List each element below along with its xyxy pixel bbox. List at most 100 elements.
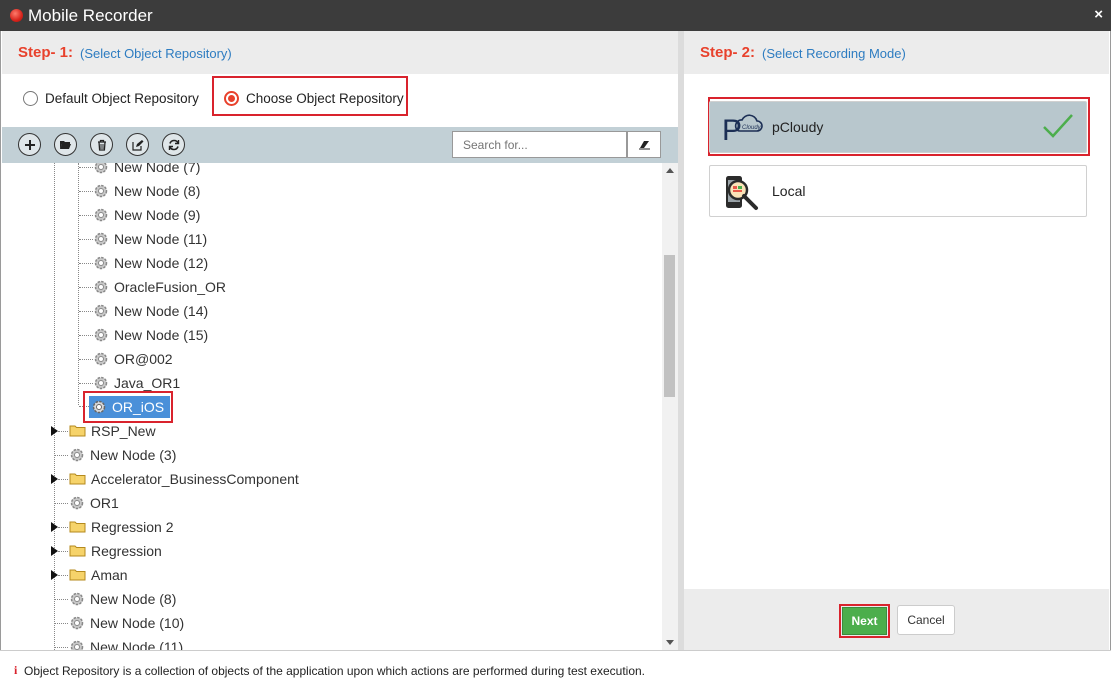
- repository-radio-group: Default Object Repository Choose Object …: [2, 74, 678, 127]
- tree-node[interactable]: New Node (8): [93, 181, 200, 201]
- action-bar: Next Cancel: [684, 589, 1109, 650]
- folder-icon: [69, 425, 86, 437]
- scroll-thumb[interactable]: [664, 255, 675, 397]
- pcloudy-label: pCloudy: [772, 119, 824, 135]
- info-bar: i Object Repository is a collection of o…: [0, 650, 1111, 686]
- gear-icon: [94, 256, 108, 270]
- pcloudy-mode-option[interactable]: P Cloudy pCloudy: [709, 101, 1087, 153]
- tree-node[interactable]: OR@002: [93, 349, 173, 369]
- folder-icon: [69, 569, 86, 581]
- gear-icon: [94, 352, 108, 366]
- tree-node[interactable]: Java_OR1: [93, 373, 180, 393]
- step1-panel: Step- 1: (Select Object Repository) Defa…: [2, 31, 678, 650]
- tree-node[interactable]: New Node (11): [69, 637, 183, 650]
- tree-folder[interactable]: Regression: [69, 541, 162, 561]
- expand-toggle-icon[interactable]: [51, 570, 58, 580]
- close-icon[interactable]: ×: [1094, 6, 1103, 23]
- radio-unchecked-icon[interactable]: [23, 91, 38, 106]
- app-logo-icon: [10, 9, 23, 22]
- tree-node[interactable]: OR1: [69, 493, 119, 513]
- expand-toggle-icon[interactable]: [51, 522, 58, 532]
- step2-number: Step- 2:: [700, 44, 756, 61]
- clear-search-button[interactable]: [627, 131, 661, 158]
- refresh-button[interactable]: [162, 133, 185, 156]
- folder-icon: [69, 473, 86, 485]
- gear-icon: [94, 208, 108, 222]
- repository-tree[interactable]: New Node (7) New Node (8) New Node (9) N…: [2, 163, 662, 650]
- title-bar: Mobile Recorder ×: [0, 0, 1111, 31]
- gear-icon: [70, 640, 84, 650]
- gear-icon: [94, 328, 108, 342]
- tree-node[interactable]: New Node (11): [93, 229, 207, 249]
- gear-icon: [70, 496, 84, 510]
- step1-number: Step- 1:: [18, 44, 74, 61]
- radio-checked-icon[interactable]: [224, 91, 239, 106]
- tree-node[interactable]: New Node (15): [93, 325, 208, 345]
- add-button[interactable]: [18, 133, 41, 156]
- tree-toolbar: [2, 127, 678, 163]
- gear-icon: [94, 376, 108, 390]
- edit-button[interactable]: [126, 133, 149, 156]
- edit-icon: [131, 139, 143, 151]
- tree-scrollbar[interactable]: [662, 163, 678, 650]
- choose-repository-label: Choose Object Repository: [246, 91, 404, 106]
- gear-icon: [70, 616, 84, 630]
- default-repository-radio[interactable]: Default Object Repository: [23, 91, 199, 106]
- gear-icon: [94, 163, 108, 174]
- folder-open-icon: [60, 141, 71, 149]
- step2-panel: Step- 2: (Select Recording Mode) P Cloud…: [684, 31, 1109, 650]
- expand-toggle-icon[interactable]: [51, 426, 58, 436]
- gear-icon: [94, 280, 108, 294]
- expand-toggle-icon[interactable]: [51, 474, 58, 484]
- delete-button[interactable]: [90, 133, 113, 156]
- local-device-search-icon: [726, 176, 758, 210]
- tree-folder[interactable]: RSP_New: [69, 421, 156, 441]
- open-folder-button[interactable]: [54, 133, 77, 156]
- step2-description: (Select Recording Mode): [762, 46, 906, 61]
- search-input[interactable]: [452, 131, 627, 158]
- local-mode-option[interactable]: Local: [709, 165, 1087, 217]
- choose-repository-radio[interactable]: Choose Object Repository: [224, 91, 404, 106]
- tree-node[interactable]: New Node (14): [93, 301, 208, 321]
- tree-node[interactable]: New Node (3): [69, 445, 176, 465]
- pcloudy-logo-icon: P Cloudy: [722, 114, 763, 144]
- svg-text:Cloudy: Cloudy: [742, 125, 762, 131]
- tree-folder[interactable]: Aman: [69, 565, 128, 585]
- gear-icon: [70, 448, 84, 462]
- tree-node-selected[interactable]: OR_iOS: [89, 396, 171, 418]
- refresh-icon: [168, 139, 179, 150]
- folder-icon: [69, 521, 86, 533]
- tree-node[interactable]: New Node (8): [69, 589, 176, 609]
- tree-node[interactable]: New Node (12): [93, 253, 208, 273]
- step1-description: (Select Object Repository): [80, 46, 232, 61]
- expand-toggle-icon[interactable]: [51, 546, 58, 556]
- plus-icon: [24, 139, 35, 150]
- tree-node[interactable]: New Node (10): [69, 613, 184, 633]
- scroll-up-icon[interactable]: [666, 168, 674, 173]
- step1-header: Step- 1: (Select Object Repository): [2, 31, 678, 74]
- gear-icon: [94, 304, 108, 318]
- folder-icon: [69, 545, 86, 557]
- checkmark-icon: [1043, 114, 1073, 138]
- tree-node[interactable]: OracleFusion_OR: [93, 277, 226, 297]
- svg-text:P: P: [722, 114, 742, 144]
- scroll-down-icon[interactable]: [666, 640, 674, 645]
- local-label: Local: [772, 183, 806, 199]
- default-repository-label: Default Object Repository: [45, 91, 199, 106]
- info-icon: i: [14, 663, 18, 677]
- window-title: Mobile Recorder: [28, 6, 153, 25]
- cancel-button[interactable]: Cancel: [897, 605, 955, 635]
- gear-icon: [92, 400, 106, 414]
- next-button[interactable]: Next: [842, 607, 887, 635]
- tree-folder[interactable]: Regression 2: [69, 517, 174, 537]
- eraser-icon: [638, 140, 650, 149]
- tree-node[interactable]: New Node (9): [93, 205, 200, 225]
- gear-icon: [94, 184, 108, 198]
- tree-node[interactable]: New Node (7): [93, 163, 200, 177]
- info-text: Object Repository is a collection of obj…: [24, 664, 646, 678]
- gear-icon: [94, 232, 108, 246]
- gear-icon: [70, 592, 84, 606]
- tree-folder[interactable]: Accelerator_BusinessComponent: [69, 469, 299, 489]
- tree-guide-line: [78, 163, 79, 405]
- step2-header: Step- 2: (Select Recording Mode): [684, 31, 1109, 74]
